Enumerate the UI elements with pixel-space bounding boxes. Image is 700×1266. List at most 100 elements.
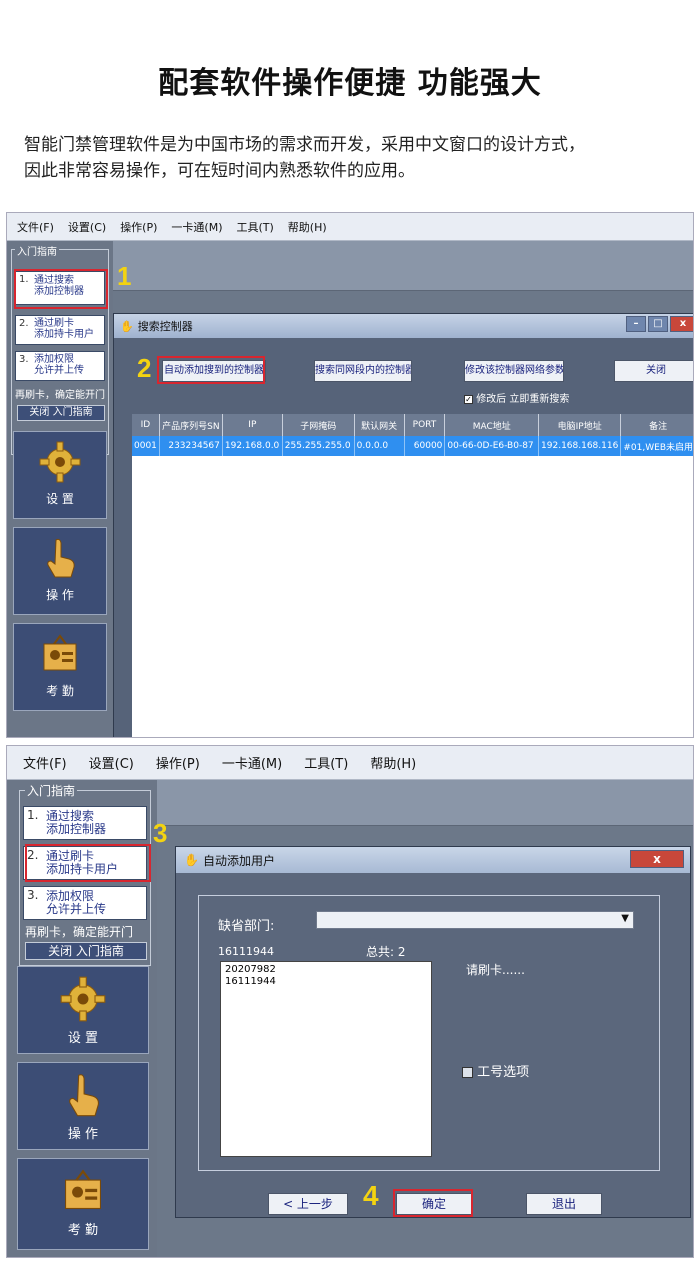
workid-label: 工号选项 <box>477 1065 530 1080</box>
menu-bar: 文件(F) 设置(C) 操作(P) 一卡通(M) 工具(T) 帮助(H) <box>7 213 693 241</box>
menu-tools[interactable]: 工具(T) <box>304 753 348 772</box>
col-sn[interactable]: 产品序列号SN <box>159 414 223 436</box>
close-guide-button[interactable]: 关闭 入门指南 <box>25 942 147 960</box>
dept-select[interactable]: ▼ <box>316 911 634 929</box>
menu-file[interactable]: 文件(F) <box>17 219 54 235</box>
operate-nav-button[interactable]: 操 作 <box>17 1062 149 1150</box>
guide-step-2-button[interactable]: 2. 通过刷卡 添加持卡用户 <box>15 315 105 345</box>
menu-bar: 文件(F) 设置(C) 操作(P) 一卡通(M) 工具(T) 帮助(H) <box>7 746 693 780</box>
screenshot-add-user: 文件(F) 设置(C) 操作(P) 一卡通(M) 工具(T) 帮助(H) 入门指… <box>6 745 694 1258</box>
cell-port: 60000 <box>404 436 446 456</box>
card-list[interactable]: 20207982 16111944 <box>220 961 432 1157</box>
rescan-checkbox[interactable]: ✓ <box>464 394 473 404</box>
controller-grid: ID 产品序列号SN IP 子网掩码 默认网关 PORT MAC地址 电脑IP地… <box>132 414 693 737</box>
pointer-hand-icon <box>69 1074 99 1117</box>
dialog-title: 搜索控制器 <box>137 320 193 333</box>
dialog-titlebar: ✋ 搜索控制器 <box>114 314 693 338</box>
controller-table: ID 产品序列号SN IP 子网掩码 默认网关 PORT MAC地址 电脑IP地… <box>132 414 693 456</box>
attendance-nav-label: 考 勤 <box>46 684 74 698</box>
menu-operate[interactable]: 操作(P) <box>120 219 157 235</box>
guide-title: 入门指南 <box>15 243 59 258</box>
highlight-step-2 <box>157 356 265 384</box>
intro-line-2: 因此非常容易操作，可在短时间内熟悉软件的应用。 <box>24 161 415 181</box>
settings-nav-label: 设 置 <box>46 492 74 506</box>
table-row[interactable]: 0001 233234567 192.168.0.0 255.255.255.0… <box>132 436 693 456</box>
menu-operate[interactable]: 操作(P) <box>156 753 200 772</box>
id-card-icon <box>43 634 77 671</box>
minimize-button[interactable]: – <box>626 316 646 332</box>
col-id[interactable]: ID <box>132 414 160 436</box>
guide-step-3-button[interactable]: 3. 添加权限 允许并上传 <box>23 886 147 920</box>
app-icon: ✋ <box>120 319 134 333</box>
cell-gateway: 0.0.0.0 <box>354 436 405 456</box>
guide-step-3-button[interactable]: 3. 添加权限 允许并上传 <box>15 351 105 381</box>
col-gateway[interactable]: 默认网关 <box>354 414 405 436</box>
guide-step-3-number: 3. <box>19 354 29 365</box>
guide-step-1-line2: 添加控制器 <box>46 822 107 837</box>
rescan-checkbox-row[interactable]: ✓ 修改后 立即重新搜索 <box>464 390 569 405</box>
guide-step-2-number: 2. <box>19 318 29 329</box>
menu-settings[interactable]: 设置(C) <box>68 219 106 235</box>
page-heading: 配套软件操作便捷 功能强大 <box>158 66 542 101</box>
menu-file[interactable]: 文件(F) <box>23 753 67 772</box>
menu-settings[interactable]: 设置(C) <box>89 753 134 772</box>
list-item[interactable]: 16111944 <box>225 976 427 988</box>
guide-step-3-line1: 添加权限 <box>34 354 74 365</box>
settings-nav-button[interactable]: 设 置 <box>13 431 107 519</box>
add-user-dialog: ✋ 自动添加用户 x 缺省部门: ▼ 16111944 总共: 2 202079… <box>175 846 691 1218</box>
guide-step-2-line2: 添加持卡用户 <box>34 329 94 340</box>
top-strip <box>157 780 693 826</box>
col-remark[interactable]: 备注 <box>620 414 693 436</box>
menu-help[interactable]: 帮助(H) <box>288 219 327 235</box>
exit-button[interactable]: 退出 <box>526 1193 602 1215</box>
maximize-button[interactable]: □ <box>648 316 668 332</box>
current-card-number: 16111944 <box>218 945 274 958</box>
highlight-step-1 <box>14 269 108 309</box>
attendance-nav-button[interactable]: 考 勤 <box>17 1158 149 1250</box>
rescan-checkbox-label: 修改后 立即重新搜索 <box>476 394 570 405</box>
intro-line-1: 智能门禁管理软件是为中国市场的需求而开发，采用中文窗口的设计方式， <box>24 135 585 155</box>
gear-icon <box>39 441 81 483</box>
close-guide-button[interactable]: 关闭 入门指南 <box>17 405 105 421</box>
modify-network-button[interactable]: 修改该控制器网络参数 <box>464 360 564 382</box>
cell-ip: 192.168.0.0 <box>222 436 283 456</box>
swipe-prompt: 请刷卡...... <box>466 963 525 977</box>
menu-onecard[interactable]: 一卡通(M) <box>222 753 282 772</box>
step-2-number: 2 <box>137 353 152 383</box>
operate-nav-button[interactable]: 操 作 <box>13 527 107 615</box>
id-card-icon <box>65 1169 101 1209</box>
guide-note: 再刷卡，确定能开门 <box>15 390 105 401</box>
cell-pc-ip: 192.168.168.116 <box>538 436 622 456</box>
step-1-number: 1 <box>117 261 132 291</box>
col-mask[interactable]: 子网掩码 <box>282 414 355 436</box>
workid-option[interactable]: 工号选项 <box>462 1061 529 1080</box>
pointer-hand-icon <box>47 538 75 578</box>
settings-nav-button[interactable]: 设 置 <box>17 966 149 1054</box>
highlight-step-4 <box>393 1189 473 1217</box>
col-ip[interactable]: IP <box>222 414 283 436</box>
menu-help[interactable]: 帮助(H) <box>370 753 416 772</box>
list-item[interactable]: 20207982 <box>225 964 427 976</box>
search-same-segment-button[interactable]: 搜索同网段内的控制器 <box>314 360 412 382</box>
close-window-button[interactable]: x <box>670 316 693 332</box>
highlight-step-3 <box>25 844 151 882</box>
col-port[interactable]: PORT <box>404 414 446 436</box>
menu-tools[interactable]: 工具(T) <box>236 219 273 235</box>
close-window-button[interactable]: x <box>630 850 684 868</box>
guide-step-1-button[interactable]: 1. 通过搜索 添加控制器 <box>23 806 147 840</box>
workid-checkbox[interactable] <box>462 1067 473 1078</box>
cell-sn: 233234567 <box>159 436 223 456</box>
operate-nav-label: 操 作 <box>46 588 74 602</box>
dialog-titlebar: ✋ 自动添加用户 <box>176 847 690 873</box>
sidebar: 入门指南 1. 通过搜索 添加控制器 2. 通过刷卡 添加持卡用户 3. 添加权… <box>7 241 113 737</box>
dialog-title: 自动添加用户 <box>202 853 275 868</box>
attendance-nav-button[interactable]: 考 勤 <box>13 623 107 711</box>
dept-label: 缺省部门: <box>218 919 275 934</box>
close-dialog-button[interactable]: 关闭 <box>614 360 693 382</box>
chevron-down-icon: ▼ <box>621 913 629 924</box>
guide-step-3-number: 3. <box>27 888 39 902</box>
col-mac[interactable]: MAC地址 <box>444 414 540 436</box>
menu-onecard[interactable]: 一卡通(M) <box>171 219 222 235</box>
prev-step-button[interactable]: < 上一步 <box>268 1193 348 1215</box>
col-pc-ip[interactable]: 电脑IP地址 <box>538 414 622 436</box>
